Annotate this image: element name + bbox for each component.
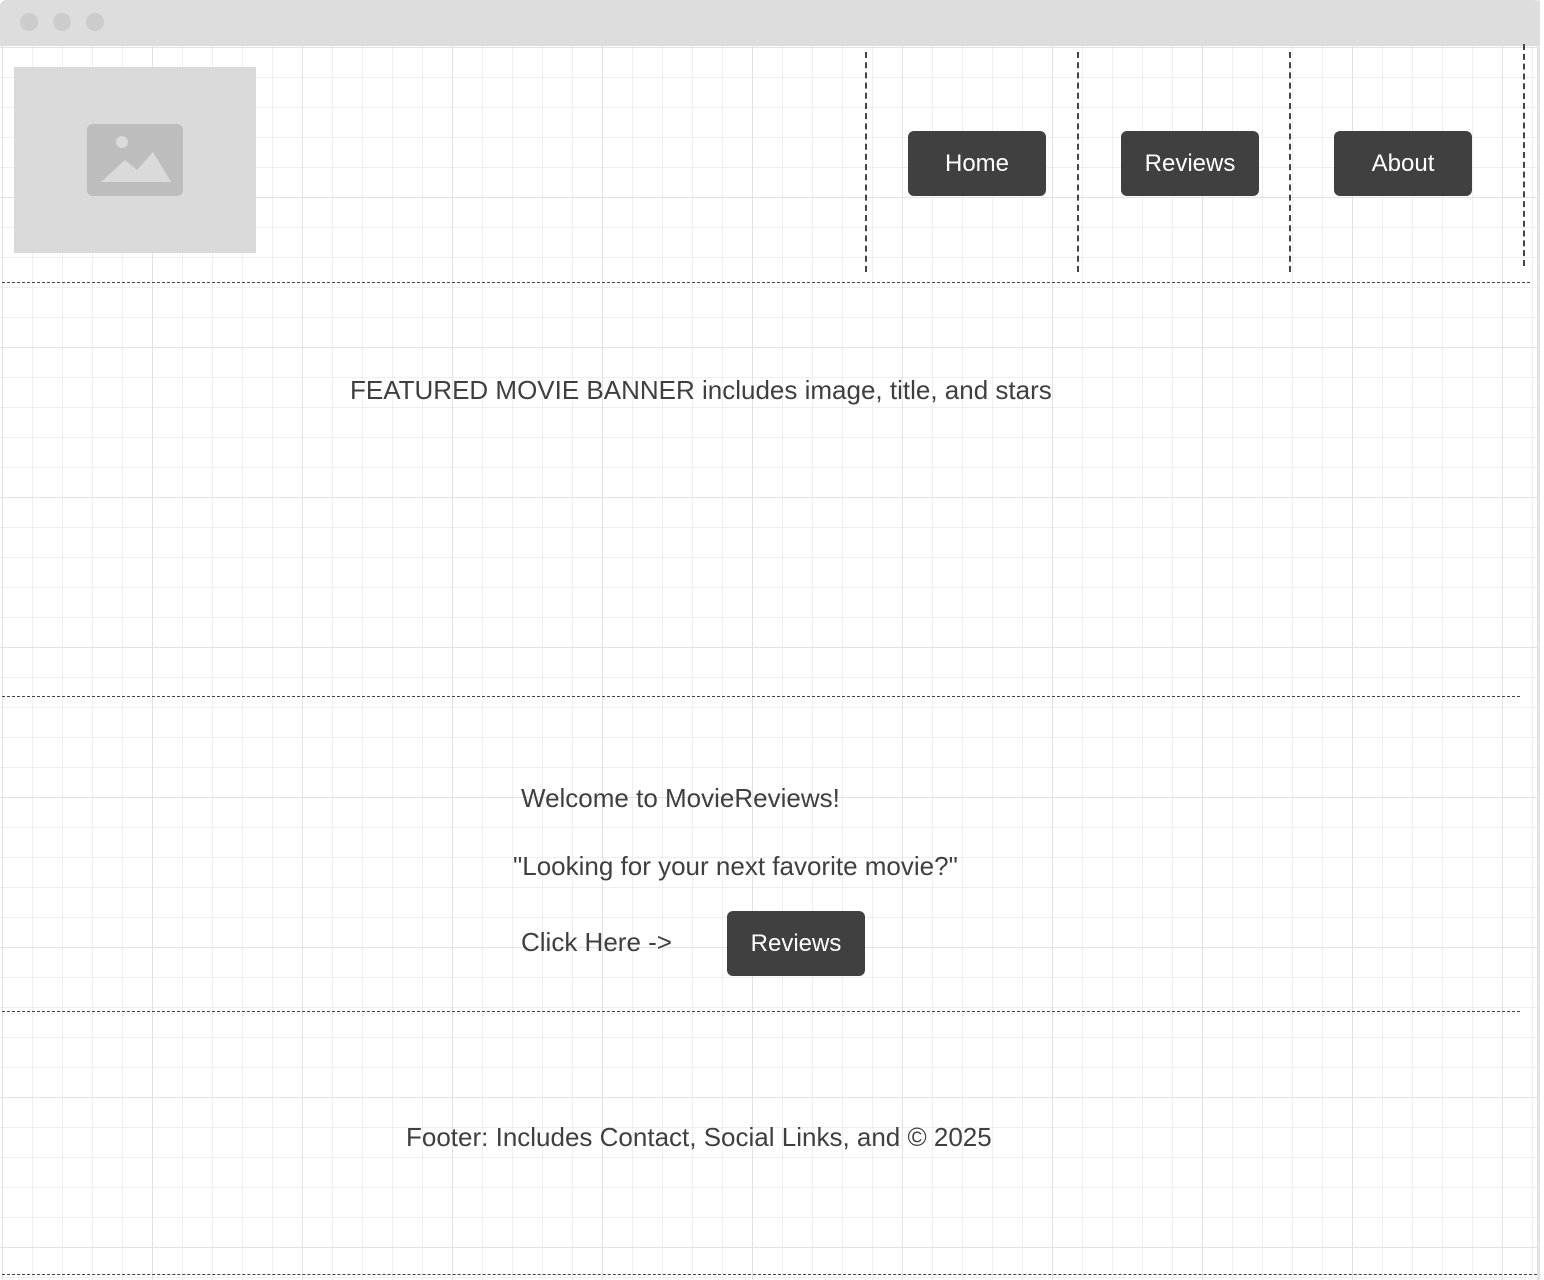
nav-divider: [865, 52, 867, 272]
cta-text: Click Here ->: [521, 927, 672, 957]
welcome-tagline: "Looking for your next favorite movie?": [513, 851, 958, 881]
footer-separator: [2, 1274, 1537, 1275]
browser-window: Home Reviews About FEATURED MOVIE BANNER…: [0, 0, 1540, 1280]
banner-separator: [2, 696, 1520, 697]
window-titlebar: [0, 0, 1540, 46]
nav-home-button[interactable]: Home: [908, 131, 1046, 196]
logo-placeholder: [14, 67, 256, 253]
nav-divider: [1077, 52, 1079, 272]
nav-divider: [1523, 44, 1525, 266]
welcome-heading: Welcome to MovieReviews!: [521, 783, 840, 813]
footer-text: Footer: Includes Contact, Social Links, …: [406, 1122, 992, 1152]
nav-divider: [1289, 52, 1291, 272]
cta-reviews-button[interactable]: Reviews: [727, 911, 865, 976]
window-maximize-icon[interactable]: [86, 13, 104, 31]
nav-about-button[interactable]: About: [1334, 131, 1472, 196]
featured-banner-text: FEATURED MOVIE BANNER includes image, ti…: [350, 375, 1052, 405]
window-minimize-icon[interactable]: [53, 13, 71, 31]
image-placeholder-icon: [87, 124, 183, 196]
nav-reviews-button[interactable]: Reviews: [1121, 131, 1259, 196]
header-separator: [2, 282, 1530, 283]
content-separator: [2, 1011, 1520, 1012]
window-close-icon[interactable]: [20, 13, 38, 31]
